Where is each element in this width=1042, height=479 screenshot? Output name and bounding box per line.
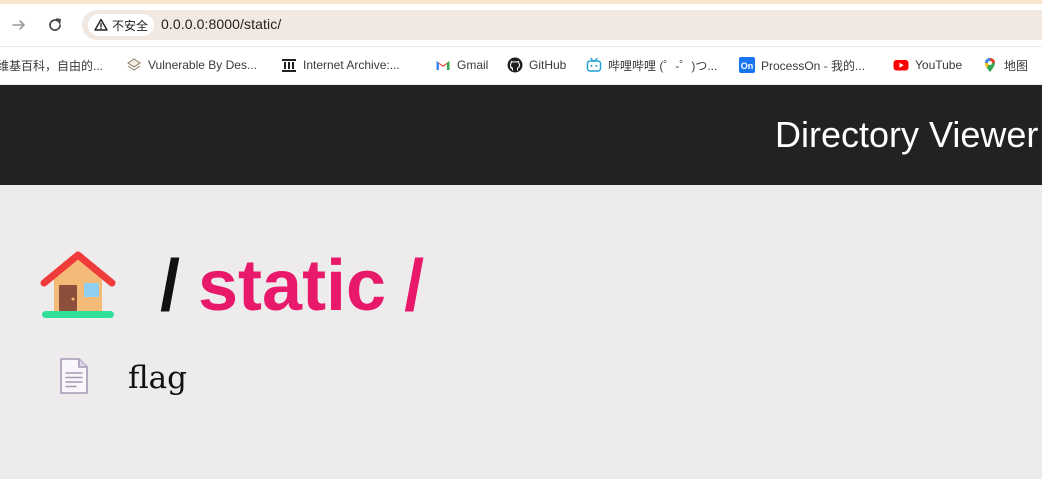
bilibili-icon (586, 57, 602, 73)
bookmark-label: Internet Archive:... (303, 58, 400, 72)
bookmark-label: ProcessOn - 我的... (761, 58, 866, 73)
breadcrumb: / static / (40, 248, 424, 324)
bookmark-maps[interactable]: 地图 (982, 56, 1028, 74)
bookmark-github[interactable]: GitHub (507, 56, 566, 74)
file-list-item[interactable]: flag (58, 357, 187, 400)
bookmark-label: 地图 (1004, 58, 1029, 73)
browser-toolbar: 不安全 0.0.0.0:8000/static/ (0, 4, 1042, 47)
bookmarks-bar: 维基百科，自由的... Vulnerable By Des... Interne… (0, 47, 1042, 84)
bookmark-label: GitHub (529, 58, 567, 72)
bookmark-label: Vulnerable By Des... (148, 58, 257, 72)
reload-icon (49, 18, 61, 31)
vulnhub-icon (126, 57, 142, 73)
bookmark-youtube[interactable]: YouTube (893, 56, 962, 74)
github-icon (507, 57, 523, 73)
youtube-icon (893, 57, 909, 73)
maps-icon (982, 57, 998, 73)
bookmark-internet-archive[interactable]: Internet Archive:... (281, 56, 400, 74)
house-icon[interactable] (40, 249, 116, 323)
site-header: Directory Viewer (0, 85, 1042, 185)
security-label: 不安全 (112, 18, 149, 33)
breadcrumb-trailing-separator: / (404, 246, 425, 326)
bookmark-vulnhub[interactable]: Vulnerable By Des... (126, 56, 257, 74)
bookmark-bilibili[interactable]: 哔哩哔哩 (゜-゜)つ... (586, 56, 717, 74)
bookmark-label: 哔哩哔哩 (゜-゜)つ... (608, 58, 718, 73)
bookmark-label: YouTube (915, 58, 963, 72)
url-text[interactable]: 0.0.0.0:8000/static/ (161, 16, 281, 32)
site-title: Directory Viewer (775, 114, 1039, 155)
gmail-icon (435, 57, 451, 73)
address-bar[interactable]: 不安全 0.0.0.0:8000/static/ (82, 10, 1042, 40)
bookmark-wikipedia[interactable]: 维基百科，自由的... (0, 56, 103, 74)
bookmark-label: 维基百科，自由的... (0, 58, 104, 73)
arrow-right-icon (12, 20, 25, 30)
forward-button[interactable] (6, 12, 32, 38)
processon-icon: On (739, 57, 755, 73)
breadcrumb-folder[interactable]: static (198, 248, 386, 324)
security-indicator[interactable]: 不安全 (88, 14, 155, 36)
breadcrumb-separator: / (160, 246, 181, 326)
bookmark-gmail[interactable]: Gmail (435, 56, 488, 74)
archive-icon (281, 57, 297, 73)
warning-icon (94, 18, 108, 31)
bookmark-processon[interactable]: On ProcessOn - 我的... (739, 56, 865, 74)
document-icon (58, 357, 90, 400)
bookmark-label: Gmail (457, 58, 489, 72)
svg-text:On: On (741, 61, 754, 71)
file-name[interactable]: flag (128, 360, 187, 396)
reload-button[interactable] (42, 12, 68, 38)
